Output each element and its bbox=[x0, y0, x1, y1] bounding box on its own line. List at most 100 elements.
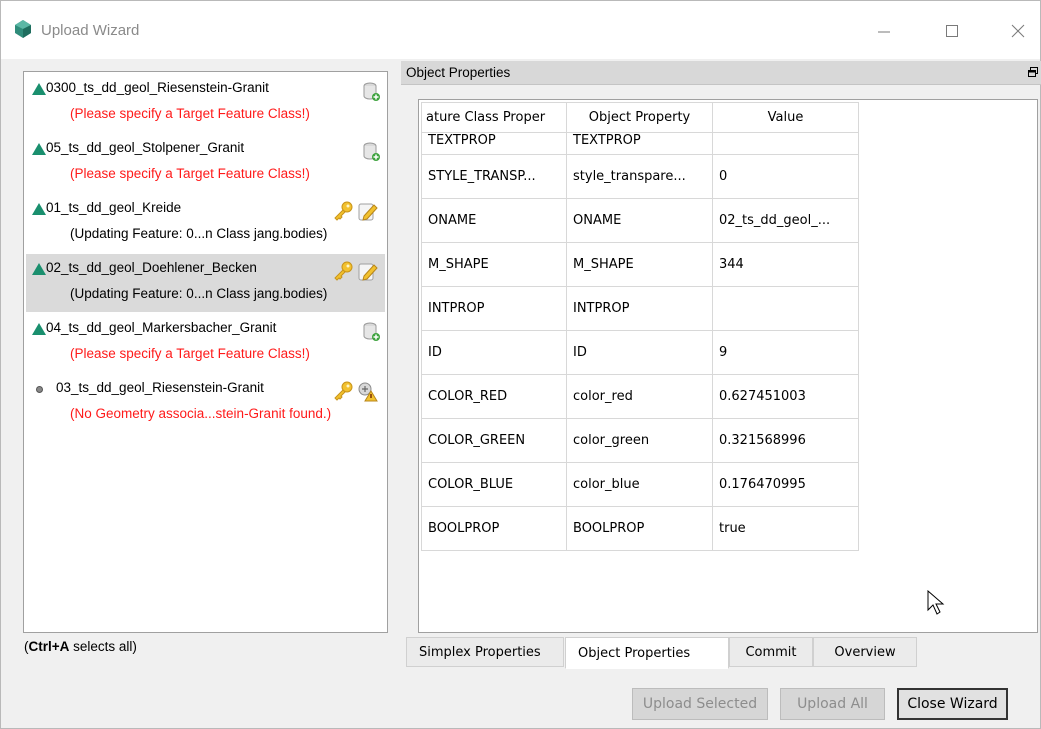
restore-panel-icon[interactable] bbox=[1028, 67, 1038, 77]
list-item[interactable]: 03_ts_dd_geol_Riesenstein-Granit (No Geo… bbox=[26, 374, 385, 432]
app-logo-icon bbox=[15, 20, 31, 38]
table-cell[interactable]: 9 bbox=[712, 330, 859, 375]
item-status: (Updating Feature: 0...n Class jang.bodi… bbox=[70, 286, 328, 301]
table-cell[interactable] bbox=[712, 132, 859, 155]
table-row[interactable]: BOOLPROP BOOLPROP true bbox=[421, 506, 859, 551]
table-cell[interactable]: ONAME bbox=[421, 198, 567, 243]
close-wizard-button[interactable]: Close Wizard bbox=[897, 688, 1008, 720]
table-cell[interactable]: BOOLPROP bbox=[421, 506, 567, 551]
column-header[interactable]: ature Class Proper bbox=[421, 102, 567, 133]
table-row[interactable]: STYLE_TRANSP... style_transpare... 0 bbox=[421, 154, 859, 199]
list-item[interactable]: 02_ts_dd_geol_Doehlener_Becken (Updating… bbox=[26, 254, 385, 312]
triangle-icon bbox=[32, 263, 46, 275]
maximize-icon bbox=[946, 25, 958, 37]
column-header[interactable]: Value bbox=[712, 102, 859, 133]
table-cell[interactable]: 0.321568996 bbox=[712, 418, 859, 463]
tab-bar: Simplex Properties Object Properties Com… bbox=[401, 637, 1021, 669]
item-status: (Updating Feature: 0...n Class jang.bodi… bbox=[70, 226, 328, 241]
table-cell[interactable]: ID bbox=[566, 330, 713, 375]
table-row[interactable]: ID ID 9 bbox=[421, 330, 859, 375]
minimize-icon bbox=[878, 31, 890, 33]
table-cell[interactable]: INTPROP bbox=[421, 286, 567, 331]
table-cell[interactable]: ID bbox=[421, 330, 567, 375]
table-cell[interactable]: color_green bbox=[566, 418, 713, 463]
edit-icon bbox=[358, 203, 378, 221]
table-row[interactable]: INTPROP INTPROP bbox=[421, 286, 859, 331]
dot-icon bbox=[36, 386, 43, 393]
edit-icon bbox=[358, 263, 378, 281]
table-cell[interactable]: color_red bbox=[566, 374, 713, 419]
table-cell[interactable]: 344 bbox=[712, 242, 859, 287]
database-add-icon bbox=[363, 82, 380, 101]
upload-wizard-window: Upload Wizard 0300_ts_dd_geol_Riesenstei… bbox=[0, 0, 1041, 729]
close-icon bbox=[1011, 24, 1025, 38]
item-name: 04_ts_dd_geol_Markersbacher_Granit bbox=[46, 320, 277, 335]
table-row[interactable]: COLOR_BLUE color_blue 0.176470995 bbox=[421, 462, 859, 507]
properties-table: ature Class Proper Object Property Value… bbox=[421, 102, 859, 551]
triangle-icon bbox=[32, 143, 46, 155]
warning-link-icon bbox=[358, 382, 378, 402]
table-cell[interactable]: 0.627451003 bbox=[712, 374, 859, 419]
table-row[interactable]: COLOR_GREEN color_green 0.321568996 bbox=[421, 418, 859, 463]
item-status: (Please specify a Target Feature Class!) bbox=[70, 106, 310, 121]
item-name: 05_ts_dd_geol_Stolpener_Granit bbox=[46, 140, 245, 155]
table-cell[interactable]: ONAME bbox=[566, 198, 713, 243]
triangle-icon bbox=[32, 83, 46, 95]
properties-table-area[interactable]: ature Class Proper Object Property Value… bbox=[418, 99, 1038, 633]
triangle-icon bbox=[32, 203, 46, 215]
table-cell[interactable]: 0.176470995 bbox=[712, 462, 859, 507]
maximize-button[interactable] bbox=[929, 13, 975, 49]
database-add-icon bbox=[363, 142, 380, 161]
window-title: Upload Wizard bbox=[41, 22, 140, 39]
table-row[interactable]: TEXTPROP TEXTPROP bbox=[421, 132, 859, 155]
key-icon bbox=[334, 261, 353, 281]
table-cell[interactable]: INTPROP bbox=[566, 286, 713, 331]
table-cell[interactable]: true bbox=[712, 506, 859, 551]
table-cell[interactable]: 02_ts_dd_geol_... bbox=[712, 198, 859, 243]
item-name: 03_ts_dd_geol_Riesenstein-Granit bbox=[56, 380, 264, 395]
tab-commit[interactable]: Commit bbox=[729, 637, 813, 667]
item-name: 01_ts_dd_geol_Kreide bbox=[46, 200, 182, 215]
table-cell[interactable] bbox=[712, 286, 859, 331]
triangle-icon bbox=[32, 323, 46, 335]
list-item[interactable]: 01_ts_dd_geol_Kreide (Updating Feature: … bbox=[26, 194, 385, 252]
list-item[interactable]: 0300_ts_dd_geol_Riesenstein-Granit (Plea… bbox=[26, 74, 385, 132]
table-cell[interactable]: COLOR_BLUE bbox=[421, 462, 567, 507]
item-status: (Please specify a Target Feature Class!) bbox=[70, 166, 310, 181]
table-cell[interactable]: TEXTPROP bbox=[566, 132, 713, 155]
tab-overview[interactable]: Overview bbox=[813, 637, 917, 667]
table-row[interactable]: COLOR_RED color_red 0.627451003 bbox=[421, 374, 859, 419]
list-item[interactable]: 05_ts_dd_geol_Stolpener_Granit (Please s… bbox=[26, 134, 385, 192]
upload-item-list[interactable]: 0300_ts_dd_geol_Riesenstein-Granit (Plea… bbox=[23, 71, 388, 633]
upload-selected-button[interactable]: Upload Selected bbox=[632, 688, 768, 720]
table-cell[interactable]: TEXTPROP bbox=[421, 132, 567, 155]
table-row[interactable]: M_SHAPE M_SHAPE 344 bbox=[421, 242, 859, 287]
table-cell[interactable]: style_transpare... bbox=[566, 154, 713, 199]
select-all-hint: (Ctrl+A selects all) bbox=[24, 639, 137, 654]
panel-title: Object Properties bbox=[406, 65, 511, 80]
object-properties-header: Object Properties bbox=[401, 61, 1041, 85]
item-status: (No Geometry associa...stein-Granit foun… bbox=[70, 406, 332, 421]
table-cell[interactable]: COLOR_RED bbox=[421, 374, 567, 419]
table-cell[interactable]: M_SHAPE bbox=[566, 242, 713, 287]
table-cell[interactable]: STYLE_TRANSP... bbox=[421, 154, 567, 199]
table-cell[interactable]: BOOLPROP bbox=[566, 506, 713, 551]
tab-simplex-properties[interactable]: Simplex Properties bbox=[406, 637, 564, 667]
table-cell[interactable]: COLOR_GREEN bbox=[421, 418, 567, 463]
table-cell[interactable]: 0 bbox=[712, 154, 859, 199]
table-row[interactable]: ONAME ONAME 02_ts_dd_geol_... bbox=[421, 198, 859, 243]
database-add-icon bbox=[363, 322, 380, 341]
table-cell[interactable]: color_blue bbox=[566, 462, 713, 507]
column-header[interactable]: Object Property bbox=[566, 102, 713, 133]
tab-object-properties[interactable]: Object Properties bbox=[565, 637, 729, 669]
list-item[interactable]: 04_ts_dd_geol_Markersbacher_Granit (Plea… bbox=[26, 314, 385, 372]
mouse-cursor-icon bbox=[927, 590, 945, 615]
item-name: 0300_ts_dd_geol_Riesenstein-Granit bbox=[46, 80, 269, 95]
title-bar: Upload Wizard bbox=[1, 1, 1040, 59]
item-status: (Please specify a Target Feature Class!) bbox=[70, 346, 310, 361]
close-button[interactable] bbox=[995, 13, 1041, 49]
minimize-button[interactable] bbox=[861, 13, 907, 49]
key-icon bbox=[334, 381, 353, 401]
upload-all-button[interactable]: Upload All bbox=[780, 688, 885, 720]
table-cell[interactable]: M_SHAPE bbox=[421, 242, 567, 287]
